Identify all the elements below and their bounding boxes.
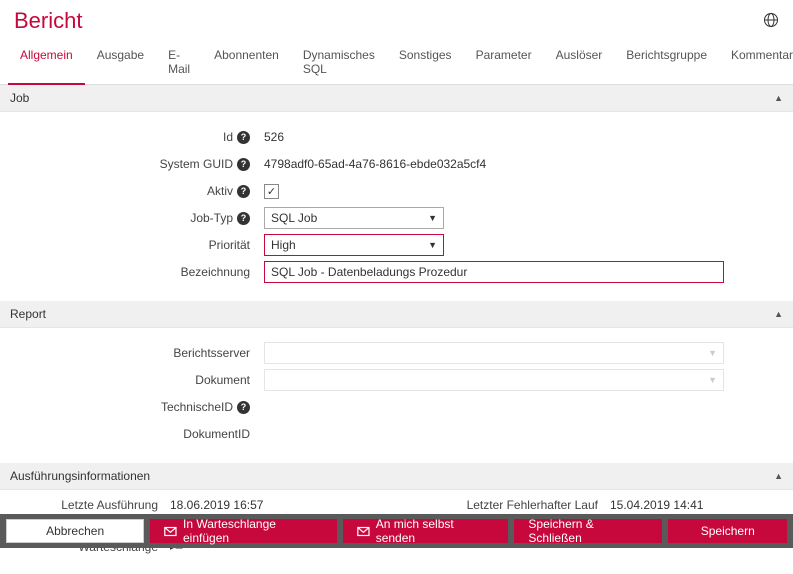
chevron-down-icon: ▼ — [428, 213, 437, 223]
tab-berichtsgruppe[interactable]: Berichtsgruppe — [614, 40, 719, 84]
label-dokumentid: DokumentID — [183, 427, 250, 441]
checkbox-aktiv[interactable]: ✓ — [264, 184, 279, 199]
send-self-button[interactable]: An mich selbst senden — [343, 519, 508, 543]
tab-kommentar[interactable]: Kommentar — [719, 40, 793, 84]
input-bezeichnung[interactable]: SQL Job - Datenbeladungs Prozedur — [264, 261, 724, 283]
label-last-run: Letzte Ausführung — [0, 498, 170, 512]
tab-allgemein[interactable]: Allgemein — [8, 40, 85, 85]
chevron-down-icon: ▼ — [708, 375, 717, 385]
footer-toolbar: Abbrechen In Warteschlange einfügen An m… — [0, 514, 793, 548]
help-icon[interactable]: ? — [237, 158, 250, 171]
caret-up-icon: ▲ — [774, 93, 783, 103]
section-title: Report — [10, 307, 46, 321]
tab-abonnenten[interactable]: Abonnenten — [202, 40, 291, 84]
help-icon[interactable]: ? — [237, 212, 250, 225]
section-header-exec[interactable]: Ausführungsinformationen ▲ — [0, 463, 793, 490]
label-jobtyp: Job-Typ — [190, 211, 233, 225]
value-id: 526 — [260, 130, 284, 144]
chevron-down-icon: ▼ — [428, 240, 437, 250]
mail-icon — [164, 525, 177, 538]
select-value: SQL Job — [271, 211, 317, 225]
caret-up-icon: ▲ — [774, 309, 783, 319]
caret-up-icon: ▲ — [774, 471, 783, 481]
select-value: High — [271, 238, 296, 252]
chevron-down-icon: ▼ — [708, 348, 717, 358]
label-dokument: Dokument — [195, 373, 250, 387]
help-icon[interactable]: ? — [237, 401, 250, 414]
label-aktiv: Aktiv — [207, 184, 233, 198]
help-icon[interactable]: ? — [237, 185, 250, 198]
value-guid: 4798adf0-65ad-4a76-8616-ebde032a5cf4 — [260, 157, 486, 171]
section-title: Ausführungsinformationen — [10, 469, 150, 483]
button-label: An mich selbst senden — [376, 517, 495, 545]
label-technischeid: TechnischeID — [161, 400, 233, 414]
select-jobtyp[interactable]: SQL Job ▼ — [264, 207, 444, 229]
mail-icon — [357, 525, 370, 538]
section-header-job[interactable]: Job ▲ — [0, 85, 793, 112]
select-prioritaet[interactable]: High ▼ — [264, 234, 444, 256]
label-id: Id — [223, 130, 233, 144]
value-last-fail: 15.04.2019 14:41 — [610, 498, 770, 512]
enqueue-button[interactable]: In Warteschlange einfügen — [150, 519, 337, 543]
label-bezeichnung: Bezeichnung — [181, 265, 250, 279]
page-title: Bericht — [14, 8, 82, 34]
help-icon[interactable]: ? — [237, 131, 250, 144]
tab-dynsql[interactable]: Dynamisches SQL — [291, 40, 387, 84]
label-last-fail: Letzter Fehlerhafter Lauf — [370, 498, 610, 512]
tab-email[interactable]: E-Mail — [156, 40, 202, 84]
select-berichtsserver[interactable]: ▼ — [264, 342, 724, 364]
save-close-button[interactable]: Speichern & Schließen — [514, 519, 662, 543]
section-title: Job — [10, 91, 29, 105]
tab-parameter[interactable]: Parameter — [464, 40, 544, 84]
label-berichtsserver: Berichtsserver — [173, 346, 250, 360]
cancel-button[interactable]: Abbrechen — [6, 519, 144, 543]
section-header-report[interactable]: Report ▲ — [0, 301, 793, 328]
tab-sonstiges[interactable]: Sonstiges — [387, 40, 464, 84]
label-guid: System GUID — [160, 157, 233, 171]
tab-ausloser[interactable]: Auslöser — [544, 40, 615, 84]
tab-bar: Allgemein Ausgabe E-Mail Abonnenten Dyna… — [0, 40, 793, 85]
globe-icon[interactable] — [763, 12, 779, 31]
save-button[interactable]: Speichern — [668, 519, 787, 543]
value-last-run: 18.06.2019 16:57 — [170, 498, 370, 512]
tab-ausgabe[interactable]: Ausgabe — [85, 40, 156, 84]
button-label: In Warteschlange einfügen — [183, 517, 323, 545]
select-dokument[interactable]: ▼ — [264, 369, 724, 391]
label-prioritaet: Priorität — [209, 238, 250, 252]
